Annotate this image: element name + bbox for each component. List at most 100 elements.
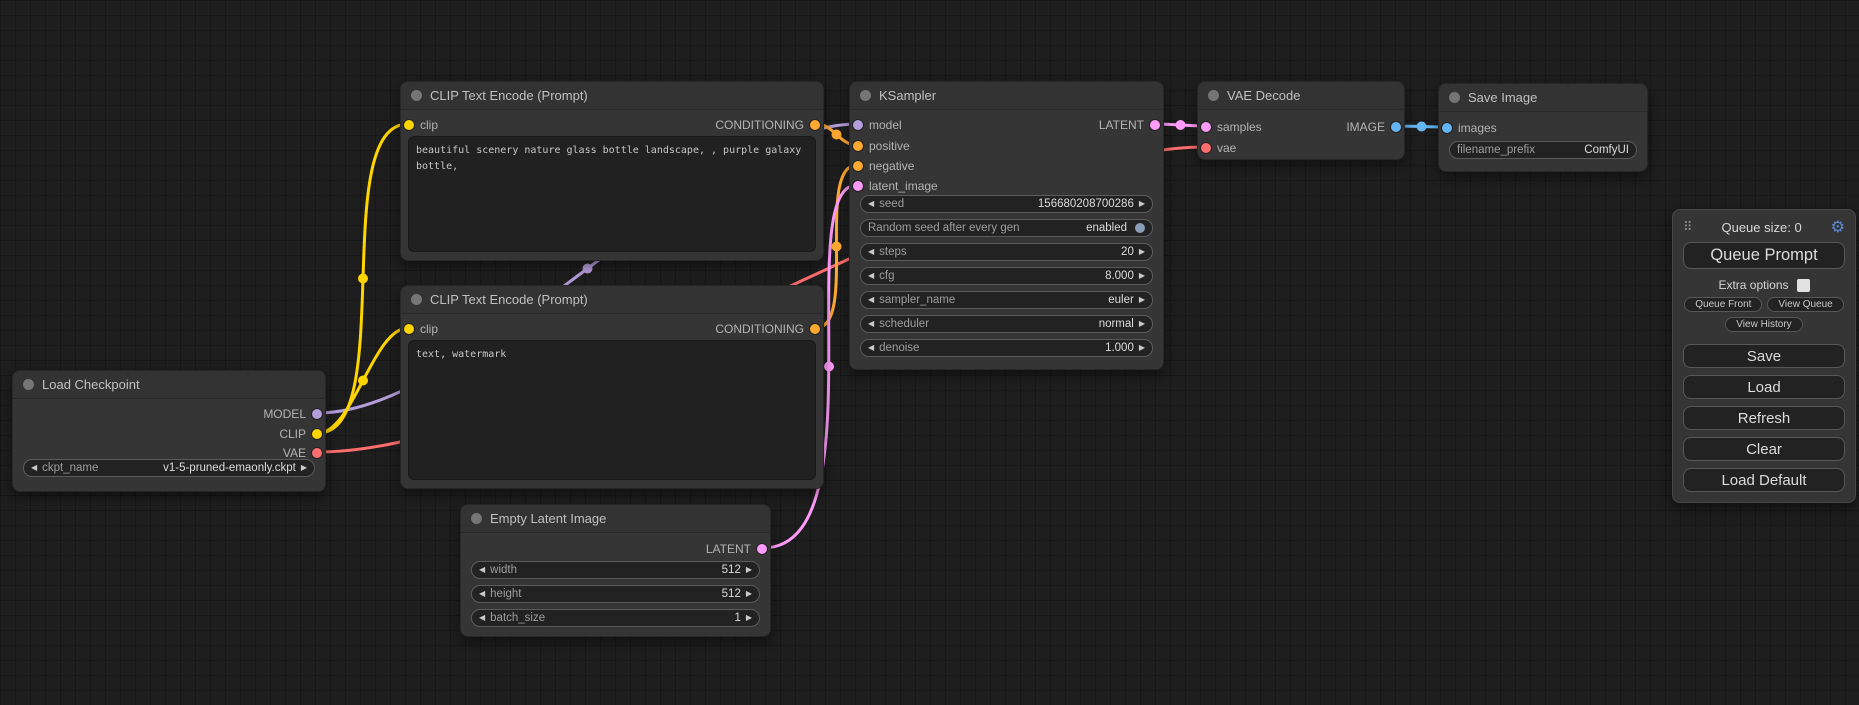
model-output-port[interactable]: [312, 409, 322, 419]
negative-prompt-textarea[interactable]: text, watermark: [408, 340, 816, 480]
widget-label: batch_size: [490, 612, 545, 624]
input-slot-model: model: [853, 117, 902, 133]
increment-arrow[interactable]: ▶: [301, 464, 307, 472]
queue-front-button[interactable]: Queue Front: [1684, 297, 1762, 312]
decrement-arrow[interactable]: ◀: [868, 296, 874, 304]
collapse-dot-icon[interactable]: [471, 513, 482, 524]
collapse-dot-icon[interactable]: [860, 90, 871, 101]
output-slot-clip: CLIP: [279, 426, 322, 442]
node-title-bar[interactable]: Save Image: [1439, 84, 1647, 112]
increment-arrow[interactable]: ▶: [1139, 200, 1145, 208]
decrement-arrow[interactable]: ◀: [31, 464, 37, 472]
node-title-bar[interactable]: Load Checkpoint: [13, 371, 325, 399]
decrement-arrow[interactable]: ◀: [479, 614, 485, 622]
node-save-image[interactable]: Save Image images filename_prefix ComfyU…: [1438, 83, 1648, 172]
collapse-dot-icon[interactable]: [23, 379, 34, 390]
view-history-button[interactable]: View History: [1725, 317, 1802, 332]
node-clip-text-encode-positive[interactable]: CLIP Text Encode (Prompt) clip CONDITION…: [400, 81, 824, 261]
widget-label: sampler_name: [879, 294, 955, 306]
collapse-dot-icon[interactable]: [411, 294, 422, 305]
node-clip-text-encode-negative[interactable]: CLIP Text Encode (Prompt) clip CONDITION…: [400, 285, 824, 489]
node-vae-decode[interactable]: VAE Decode samples vae IMAGE: [1197, 81, 1405, 160]
seed-widget[interactable]: ◀ seed 156680208700286 ▶: [860, 195, 1153, 213]
decrement-arrow[interactable]: ◀: [868, 344, 874, 352]
slot-label: MODEL: [263, 407, 306, 421]
scheduler-widget[interactable]: ◀ scheduler normal ▶: [860, 315, 1153, 333]
model-input-port[interactable]: [853, 120, 863, 130]
steps-widget[interactable]: ◀ steps 20 ▶: [860, 243, 1153, 261]
conditioning-output-port[interactable]: [810, 120, 820, 130]
increment-arrow[interactable]: ▶: [1139, 248, 1145, 256]
drag-handle-icon[interactable]: ⠿: [1683, 220, 1693, 235]
node-load-checkpoint[interactable]: Load Checkpoint MODEL CLIP VAE ◀ ckpt_na…: [12, 370, 326, 492]
node-title-bar[interactable]: KSampler: [850, 82, 1163, 110]
images-input-port[interactable]: [1442, 123, 1452, 133]
positive-input-port[interactable]: [853, 141, 863, 151]
increment-arrow[interactable]: ▶: [1139, 320, 1145, 328]
load-button[interactable]: Load: [1683, 375, 1845, 399]
collapse-dot-icon[interactable]: [411, 90, 422, 101]
decrement-arrow[interactable]: ◀: [868, 320, 874, 328]
extra-options-checkbox[interactable]: [1797, 279, 1810, 292]
toggle-knob-icon[interactable]: [1135, 223, 1145, 233]
node-empty-latent-image[interactable]: Empty Latent Image LATENT ◀ width 512 ▶ …: [460, 504, 771, 637]
positive-prompt-textarea[interactable]: beautiful scenery nature glass bottle la…: [408, 136, 816, 252]
refresh-button[interactable]: Refresh: [1683, 406, 1845, 430]
batch-size-widget[interactable]: ◀ batch_size 1 ▶: [471, 609, 760, 627]
conditioning-output-port[interactable]: [810, 324, 820, 334]
clear-button[interactable]: Clear: [1683, 437, 1845, 461]
negative-input-port[interactable]: [853, 161, 863, 171]
save-button[interactable]: Save: [1683, 344, 1845, 368]
decrement-arrow[interactable]: ◀: [479, 590, 485, 598]
node-title-bar[interactable]: VAE Decode: [1198, 82, 1404, 110]
filename-prefix-widget[interactable]: filename_prefix ComfyUI: [1449, 141, 1637, 159]
slot-label: VAE: [283, 446, 306, 460]
latent-output-port[interactable]: [757, 544, 767, 554]
image-output-port[interactable]: [1391, 122, 1401, 132]
latent-image-input-port[interactable]: [853, 181, 863, 191]
clip-input-port[interactable]: [404, 120, 414, 130]
settings-gear-icon[interactable]: ⚙: [1831, 219, 1845, 235]
slot-label: positive: [869, 139, 910, 153]
width-widget[interactable]: ◀ width 512 ▶: [471, 561, 760, 579]
vae-output-port[interactable]: [312, 448, 322, 458]
decrement-arrow[interactable]: ◀: [868, 272, 874, 280]
denoise-widget[interactable]: ◀ denoise 1.000 ▶: [860, 339, 1153, 357]
decrement-arrow[interactable]: ◀: [479, 566, 485, 574]
height-widget[interactable]: ◀ height 512 ▶: [471, 585, 760, 603]
slot-label: latent_image: [869, 179, 938, 193]
node-ksampler[interactable]: KSampler model positive negative latent_…: [849, 81, 1164, 370]
clip-output-port[interactable]: [312, 429, 322, 439]
ckpt-name-widget[interactable]: ◀ ckpt_name v1-5-pruned-emaonly.ckpt ▶: [23, 459, 315, 477]
queue-prompt-button[interactable]: Queue Prompt: [1683, 242, 1845, 269]
increment-arrow[interactable]: ▶: [746, 590, 752, 598]
node-title-bar[interactable]: Empty Latent Image: [461, 505, 770, 533]
node-title-bar[interactable]: CLIP Text Encode (Prompt): [401, 82, 823, 110]
collapse-dot-icon[interactable]: [1449, 92, 1460, 103]
sampler-name-widget[interactable]: ◀ sampler_name euler ▶: [860, 291, 1153, 309]
load-default-button[interactable]: Load Default: [1683, 468, 1845, 492]
node-title: Empty Latent Image: [490, 511, 606, 526]
random-seed-toggle-widget[interactable]: Random seed after every gen enabled: [860, 219, 1153, 237]
node-title: VAE Decode: [1227, 88, 1300, 103]
clip-input-port[interactable]: [404, 324, 414, 334]
vae-input-port[interactable]: [1201, 143, 1211, 153]
slot-label: IMAGE: [1346, 120, 1385, 134]
view-queue-button[interactable]: View Queue: [1767, 297, 1843, 312]
collapse-dot-icon[interactable]: [1208, 90, 1219, 101]
increment-arrow[interactable]: ▶: [746, 566, 752, 574]
samples-input-port[interactable]: [1201, 122, 1211, 132]
increment-arrow[interactable]: ▶: [1139, 272, 1145, 280]
slot-label: CLIP: [279, 427, 306, 441]
increment-arrow[interactable]: ▶: [1139, 344, 1145, 352]
increment-arrow[interactable]: ▶: [746, 614, 752, 622]
queue-panel: ⠿ Queue size: 0 ⚙ Queue Prompt Extra opt…: [1672, 209, 1856, 503]
decrement-arrow[interactable]: ◀: [868, 248, 874, 256]
widget-label: denoise: [879, 342, 919, 354]
increment-arrow[interactable]: ▶: [1139, 296, 1145, 304]
node-graph-canvas[interactable]: Load Checkpoint MODEL CLIP VAE ◀ ckpt_na…: [0, 0, 1859, 705]
node-title-bar[interactable]: CLIP Text Encode (Prompt): [401, 286, 823, 314]
latent-output-port[interactable]: [1150, 120, 1160, 130]
cfg-widget[interactable]: ◀ cfg 8.000 ▶: [860, 267, 1153, 285]
decrement-arrow[interactable]: ◀: [868, 200, 874, 208]
